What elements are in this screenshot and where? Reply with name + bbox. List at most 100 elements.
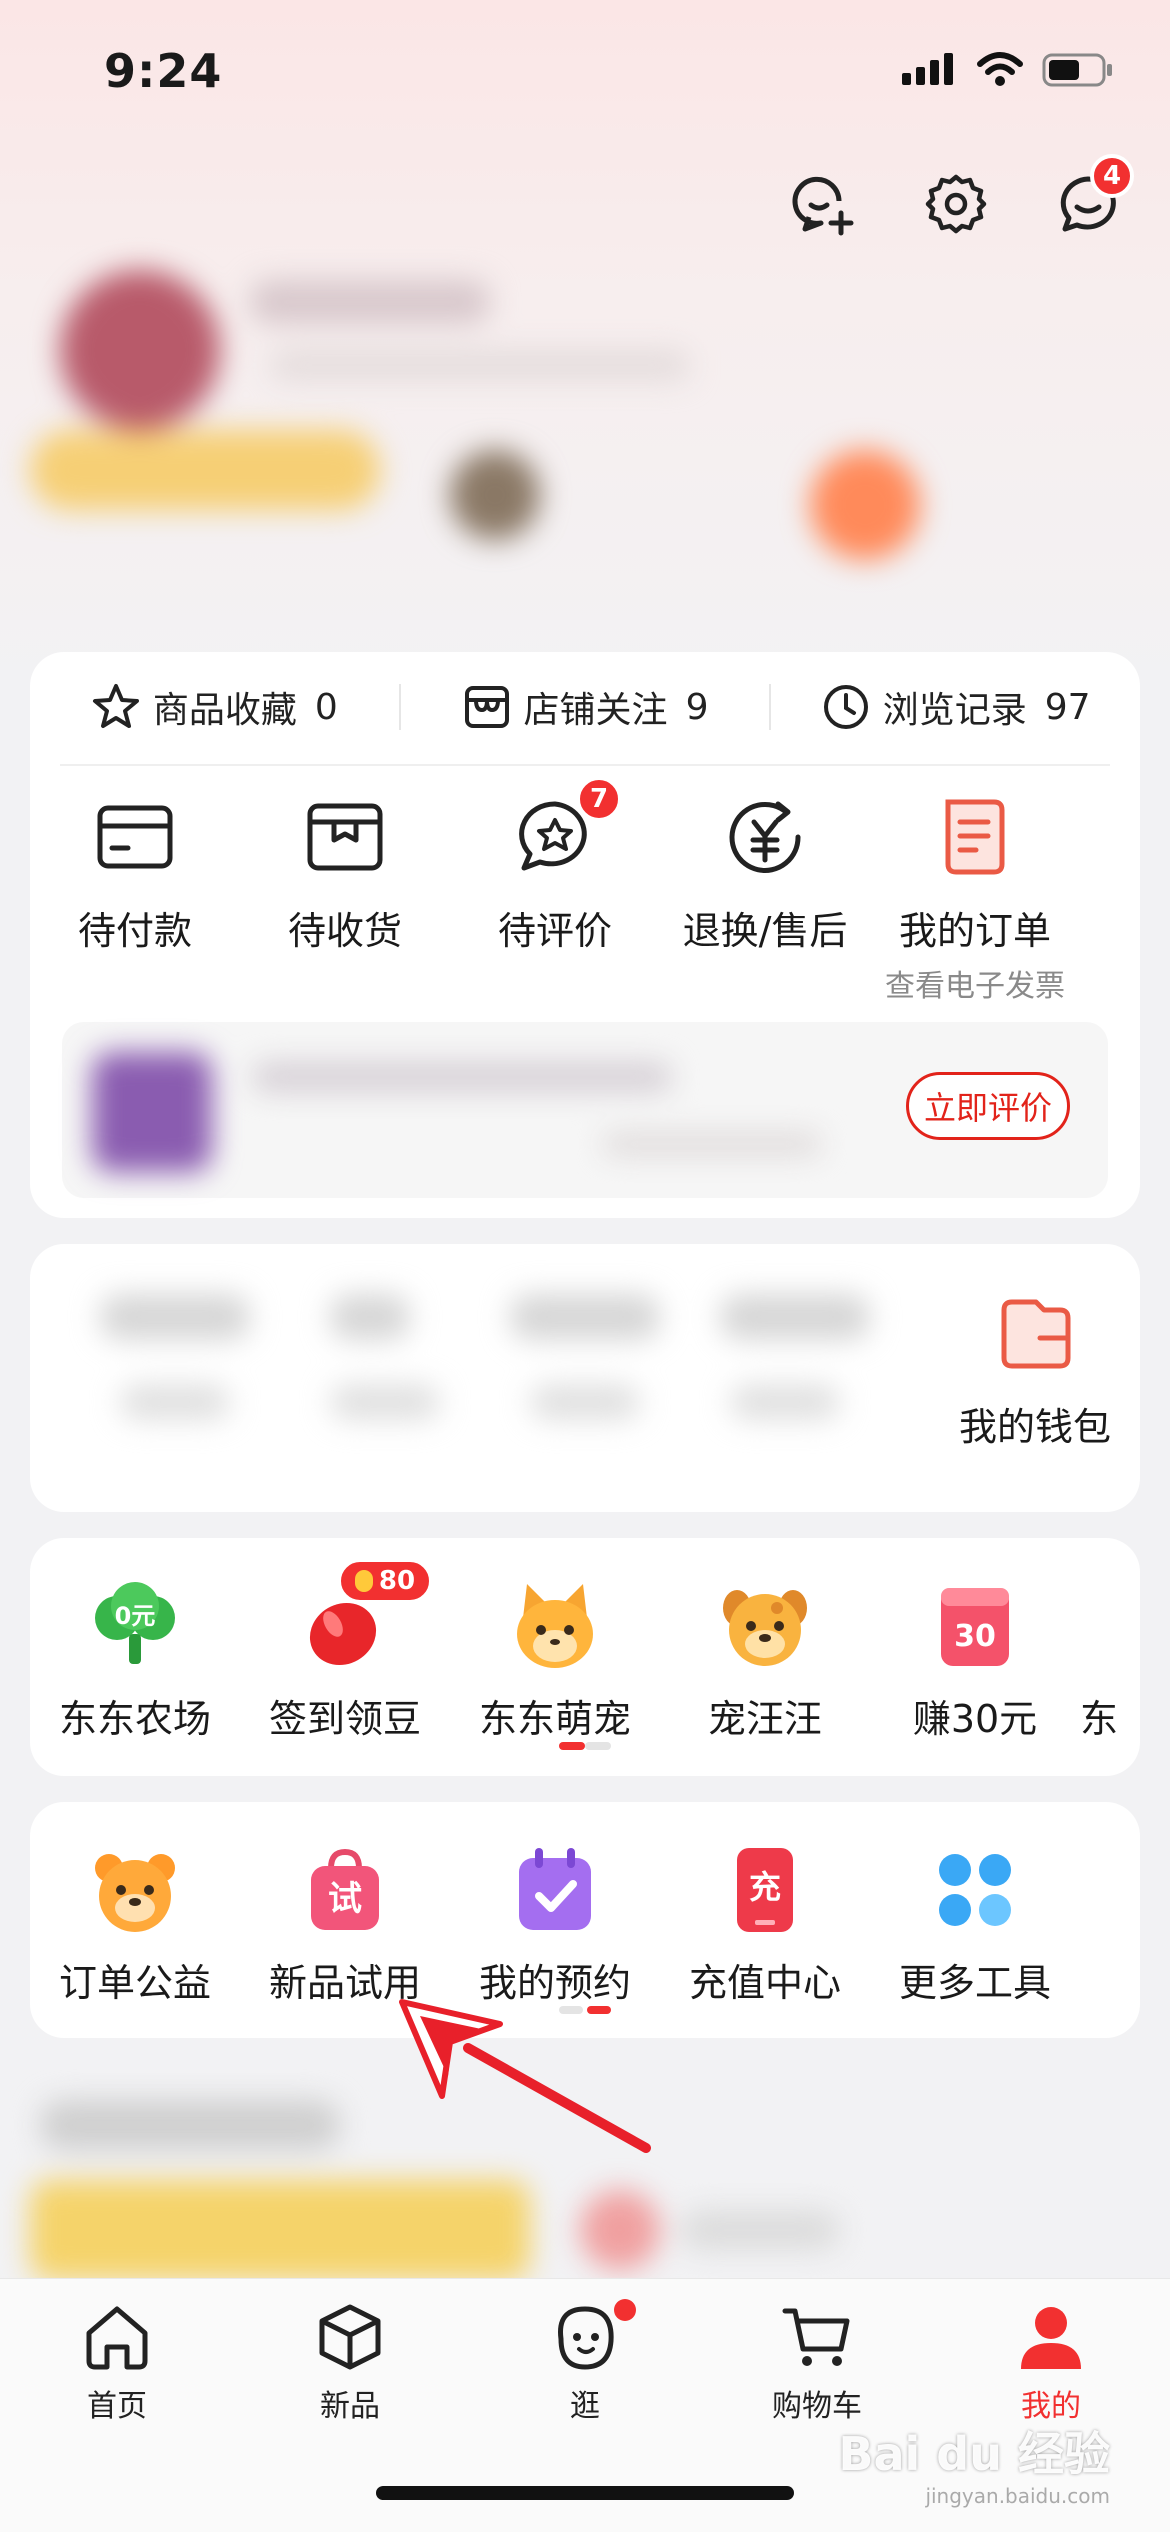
pending-review-item[interactable]: 立即评价 bbox=[62, 1022, 1108, 1198]
game-label: 东 bbox=[1080, 1697, 1119, 1741]
order-pending-payment[interactable]: 待付款 bbox=[30, 792, 240, 1005]
trial-bag-icon: 试 bbox=[311, 1848, 379, 1930]
person-icon bbox=[1021, 2307, 1081, 2369]
baidu-watermark: Bai du 经验 jingyan.baidu.com bbox=[838, 2418, 1110, 2508]
game-cute-pet[interactable]: 东东萌宠 bbox=[450, 1578, 660, 1743]
four-dots-icon bbox=[939, 1854, 1011, 1926]
blurred-product bbox=[62, 1022, 922, 1198]
stat-value: 97 bbox=[1044, 686, 1091, 728]
settings-button[interactable] bbox=[914, 162, 998, 246]
stat-followed-stores[interactable]: 店铺关注 9 bbox=[401, 681, 770, 733]
stat-label: 浏览记录 bbox=[882, 690, 1027, 731]
my-wallet[interactable]: 我的钱包 bbox=[930, 1288, 1140, 1451]
messages-button[interactable]: 4 bbox=[1046, 154, 1134, 246]
tab-home[interactable]: 首页 bbox=[42, 2299, 192, 2425]
farm-tree-icon: 0元 bbox=[95, 1582, 175, 1664]
tab-label: 首页 bbox=[87, 2389, 147, 2424]
coin-icon bbox=[354, 1570, 373, 1592]
stat-label: 商品收藏 bbox=[152, 690, 297, 731]
blurred-profile bbox=[0, 250, 1170, 630]
status-icons bbox=[902, 52, 1114, 88]
tool-label: 更多工具 bbox=[898, 1961, 1051, 2005]
message-badge: 4 bbox=[1090, 154, 1134, 198]
order-label: 退换/售后 bbox=[682, 909, 848, 953]
battery-icon bbox=[1042, 53, 1112, 87]
dog-icon bbox=[723, 1590, 807, 1666]
bear-icon bbox=[95, 1854, 175, 1932]
games-page-indicator bbox=[559, 1742, 611, 1750]
page-dot-active bbox=[559, 1742, 585, 1750]
order-sublabel: 查看电子发票 bbox=[885, 969, 1065, 1004]
tool-order-charity[interactable]: 订单公益 bbox=[30, 1842, 240, 2007]
calendar-30-icon: 30 bbox=[941, 1588, 1009, 1666]
recharge-phone-icon: 充 bbox=[737, 1848, 793, 1932]
game-label: 签到领豆 bbox=[268, 1697, 421, 1741]
header-actions: 4 bbox=[782, 154, 1134, 246]
bean-badge: 80 bbox=[337, 1558, 433, 1604]
trial-icon-text: 试 bbox=[328, 1879, 362, 1919]
divider bbox=[60, 764, 1110, 766]
order-pending-review[interactable]: 7 待评价 bbox=[450, 776, 660, 1005]
box-icon bbox=[307, 803, 383, 871]
stat-browse-history[interactable]: 浏览记录 97 bbox=[771, 681, 1140, 733]
gear-icon bbox=[925, 174, 987, 234]
stats-row: 商品收藏 0 店铺关注 9 浏览记录 97 bbox=[30, 652, 1140, 762]
game-pet-dog[interactable]: 宠汪汪 bbox=[660, 1578, 870, 1743]
order-label: 我的订单 bbox=[898, 909, 1051, 953]
order-pending-receipt[interactable]: 待收货 bbox=[240, 792, 450, 1005]
wallet-icon bbox=[1001, 1299, 1071, 1369]
game-signin-beans[interactable]: 80 签到领豆 bbox=[240, 1558, 450, 1743]
add-friend-icon bbox=[792, 176, 854, 236]
farm-icon-text: 0元 bbox=[115, 1602, 156, 1630]
order-label: 待评价 bbox=[497, 909, 612, 953]
page-dot bbox=[585, 1742, 611, 1750]
review-now-button[interactable]: 立即评价 bbox=[906, 1072, 1070, 1140]
order-refund-aftersale[interactable]: 退换/售后 bbox=[660, 792, 870, 1005]
store-icon bbox=[464, 686, 509, 728]
status-time: 9:24 bbox=[104, 44, 223, 98]
order-label: 待付款 bbox=[77, 909, 192, 953]
bean-badge-count: 80 bbox=[378, 1566, 416, 1596]
tab-label: 新品 bbox=[320, 2389, 380, 2424]
wifi-icon bbox=[977, 52, 1023, 86]
my-orders[interactable]: 我的订单 查看电子发票 bbox=[870, 792, 1080, 1005]
face-icon bbox=[558, 2306, 614, 2370]
games-row: 0元 东东农场 80 签到领豆 东东萌宠 宠汪汪 30 赚30元 东 bbox=[30, 1558, 1140, 1743]
clock-icon bbox=[823, 685, 868, 729]
home-indicator bbox=[376, 2486, 794, 2500]
cart-icon bbox=[782, 2308, 850, 2366]
tab-mine[interactable]: 我的 bbox=[976, 2299, 1126, 2425]
browse-red-dot bbox=[614, 2299, 636, 2321]
game-dongdong-farm[interactable]: 0元 东东农场 bbox=[30, 1578, 240, 1743]
tab-label: 逛 bbox=[570, 2389, 600, 2424]
blurred-feed bbox=[0, 2060, 1170, 2280]
watermark-url: jingyan.baidu.com bbox=[925, 2484, 1110, 2508]
tool-more-tools[interactable]: 更多工具 bbox=[870, 1842, 1080, 2007]
game-earn-30[interactable]: 30 赚30元 bbox=[870, 1578, 1080, 1743]
tool-label: 订单公益 bbox=[58, 1961, 211, 2005]
stat-value: 9 bbox=[685, 686, 709, 728]
wallet-label: 我的钱包 bbox=[958, 1405, 1111, 1449]
tool-recharge-center[interactable]: 充 充值中心 bbox=[660, 1842, 870, 2007]
game-label: 东东萌宠 bbox=[478, 1697, 631, 1741]
tab-cart[interactable]: 购物车 bbox=[742, 2299, 892, 2425]
game-label: 东东农场 bbox=[58, 1697, 211, 1741]
recharge-icon-text: 充 bbox=[749, 1868, 781, 1906]
stat-label: 店铺关注 bbox=[523, 690, 668, 731]
game-partial[interactable]: 东 bbox=[1080, 1578, 1140, 1743]
card-icon bbox=[97, 805, 173, 869]
games-card: 0元 东东农场 80 签到领豆 东东萌宠 宠汪汪 30 赚30元 东 bbox=[30, 1538, 1140, 1776]
game-label: 赚30元 bbox=[912, 1697, 1038, 1741]
order-shortcuts: 待付款 待收货 7 待评价 退换/售后 我的订单 查看电子发票 bbox=[30, 776, 1140, 1005]
order-doc-icon bbox=[945, 799, 1005, 875]
tab-browse[interactable]: 逛 bbox=[510, 2299, 660, 2425]
add-friend-button[interactable] bbox=[782, 162, 866, 246]
home-icon bbox=[86, 2306, 148, 2370]
star-icon bbox=[92, 684, 139, 728]
status-bar: 9:24 bbox=[0, 0, 1170, 150]
blurred-assets bbox=[30, 1244, 920, 1512]
tab-new[interactable]: 新品 bbox=[275, 2299, 425, 2425]
stat-favorites[interactable]: 商品收藏 0 bbox=[30, 681, 399, 733]
cute-pet-icon bbox=[517, 1584, 593, 1668]
order-label: 待收货 bbox=[287, 909, 402, 953]
